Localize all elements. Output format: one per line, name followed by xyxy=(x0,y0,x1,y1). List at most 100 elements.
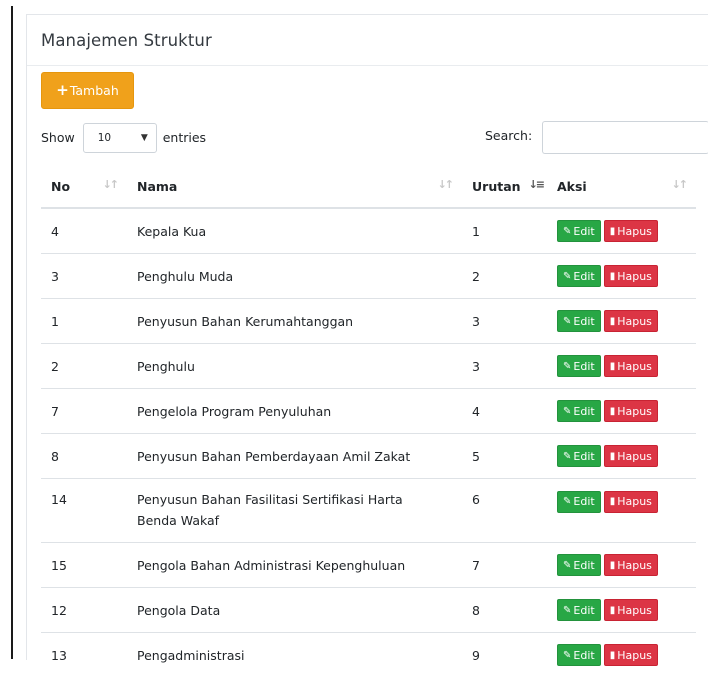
delete-label: Hapus xyxy=(617,645,652,666)
delete-label: Hapus xyxy=(617,401,652,422)
row-actions: ✎Edit▮Hapus xyxy=(547,389,696,434)
delete-button[interactable]: ▮Hapus xyxy=(604,445,658,467)
row-no: 7 xyxy=(41,389,127,434)
column-header-label: No xyxy=(51,179,70,194)
edit-button[interactable]: ✎Edit xyxy=(557,220,601,242)
card-divider xyxy=(27,65,708,66)
edit-button[interactable]: ✎Edit xyxy=(557,599,601,621)
trash-icon: ▮ xyxy=(610,266,616,287)
row-nama: Pengelola Program Penyuluhan xyxy=(127,389,462,434)
edit-button[interactable]: ✎Edit xyxy=(557,355,601,377)
row-urutan: 1 xyxy=(462,208,547,254)
column-header-urutan[interactable]: Urutan ↓≡ xyxy=(462,166,547,208)
row-actions: ✎Edit▮Hapus xyxy=(547,633,696,677)
edit-icon: ✎ xyxy=(563,491,571,512)
column-header-no[interactable]: No ↓↑ xyxy=(41,166,127,208)
page-title: Manajemen Struktur xyxy=(41,31,212,50)
column-header-nama[interactable]: Nama ↓↑ xyxy=(127,166,462,208)
row-nama: Pengola Data xyxy=(127,588,462,633)
sort-ascending-icon: ↓≡ xyxy=(529,178,543,191)
row-actions: ✎Edit▮Hapus xyxy=(547,299,696,344)
trash-icon: ▮ xyxy=(610,491,616,512)
row-no: 13 xyxy=(41,633,127,677)
edit-button[interactable]: ✎Edit xyxy=(557,644,601,666)
row-nama: Penghulu xyxy=(127,344,462,389)
row-no: 8 xyxy=(41,434,127,479)
edit-label: Edit xyxy=(573,221,594,242)
column-header-label: Aksi xyxy=(557,179,587,194)
table-row: 1 Penyusun Bahan Kerumahtanggan 3 ✎Edit▮… xyxy=(41,299,696,344)
row-actions: ✎Edit▮Hapus xyxy=(547,254,696,299)
edit-label: Edit xyxy=(573,645,594,666)
row-actions: ✎Edit▮Hapus xyxy=(547,543,696,588)
edit-label: Edit xyxy=(573,311,594,332)
row-nama: Kepala Kua xyxy=(127,208,462,254)
edit-button[interactable]: ✎Edit xyxy=(557,265,601,287)
edit-label: Edit xyxy=(573,266,594,287)
delete-label: Hapus xyxy=(617,221,652,242)
edit-icon: ✎ xyxy=(563,446,571,467)
delete-button[interactable]: ▮Hapus xyxy=(604,491,658,513)
column-header-label: Nama xyxy=(137,179,177,194)
table-row: 14 Penyusun Bahan Fasilitasi Sertifikasi… xyxy=(41,479,696,543)
delete-button[interactable]: ▮Hapus xyxy=(604,554,658,576)
delete-button[interactable]: ▮Hapus xyxy=(604,355,658,377)
search-input[interactable] xyxy=(542,121,708,154)
edit-label: Edit xyxy=(573,555,594,576)
edit-button[interactable]: ✎Edit xyxy=(557,554,601,576)
edit-icon: ✎ xyxy=(563,356,571,377)
row-no: 4 xyxy=(41,208,127,254)
row-urutan: 6 xyxy=(462,479,547,543)
row-urutan: 2 xyxy=(462,254,547,299)
chevron-down-icon: ▼ xyxy=(141,133,148,143)
delete-label: Hapus xyxy=(617,266,652,287)
row-actions: ✎Edit▮Hapus xyxy=(547,208,696,254)
table-row: 12 Pengola Data 8 ✎Edit▮Hapus xyxy=(41,588,696,633)
table-row: 15 Pengola Bahan Administrasi Kepenghulu… xyxy=(41,543,696,588)
delete-button[interactable]: ▮Hapus xyxy=(604,599,658,621)
plus-icon: + xyxy=(56,83,69,98)
edit-button[interactable]: ✎Edit xyxy=(557,400,601,422)
delete-label: Hapus xyxy=(617,446,652,467)
row-no: 15 xyxy=(41,543,127,588)
delete-label: Hapus xyxy=(617,311,652,332)
delete-button[interactable]: ▮Hapus xyxy=(604,220,658,242)
sort-icon: ↓↑ xyxy=(438,178,452,191)
delete-button[interactable]: ▮Hapus xyxy=(604,310,658,332)
entries-length-control: Show 10 ▼ entries xyxy=(41,121,206,154)
row-urutan: 5 xyxy=(462,434,547,479)
entries-per-page-value: 10 xyxy=(98,132,111,144)
edit-icon: ✎ xyxy=(563,401,571,422)
structure-card: Manajemen Struktur + Tambah Show 10 ▼ en… xyxy=(26,14,708,660)
edit-button[interactable]: ✎Edit xyxy=(557,445,601,467)
row-no: 3 xyxy=(41,254,127,299)
edit-label: Edit xyxy=(573,491,594,512)
trash-icon: ▮ xyxy=(610,600,616,621)
delete-button[interactable]: ▮Hapus xyxy=(604,400,658,422)
edit-icon: ✎ xyxy=(563,311,571,332)
trash-icon: ▮ xyxy=(610,401,616,422)
edit-icon: ✎ xyxy=(563,266,571,287)
row-urutan: 8 xyxy=(462,588,547,633)
delete-button[interactable]: ▮Hapus xyxy=(604,644,658,666)
row-urutan: 4 xyxy=(462,389,547,434)
edit-icon: ✎ xyxy=(563,221,571,242)
entries-per-page-select[interactable]: 10 ▼ xyxy=(83,123,157,153)
trash-icon: ▮ xyxy=(610,221,616,242)
column-header-aksi[interactable]: Aksi ↓↑ xyxy=(547,166,696,208)
edit-icon: ✎ xyxy=(563,600,571,621)
delete-button[interactable]: ▮Hapus xyxy=(604,265,658,287)
trash-icon: ▮ xyxy=(610,645,616,666)
row-no: 1 xyxy=(41,299,127,344)
edit-icon: ✎ xyxy=(563,555,571,576)
add-button[interactable]: + Tambah xyxy=(41,72,134,109)
table-row: 4 Kepala Kua 1 ✎Edit▮Hapus xyxy=(41,208,696,254)
edit-button[interactable]: ✎Edit xyxy=(557,310,601,332)
edit-button[interactable]: ✎Edit xyxy=(557,491,601,513)
trash-icon: ▮ xyxy=(610,311,616,332)
show-label: Show xyxy=(41,130,75,145)
row-urutan: 9 xyxy=(462,633,547,677)
edit-label: Edit xyxy=(573,356,594,377)
edit-label: Edit xyxy=(573,401,594,422)
edit-label: Edit xyxy=(573,446,594,467)
